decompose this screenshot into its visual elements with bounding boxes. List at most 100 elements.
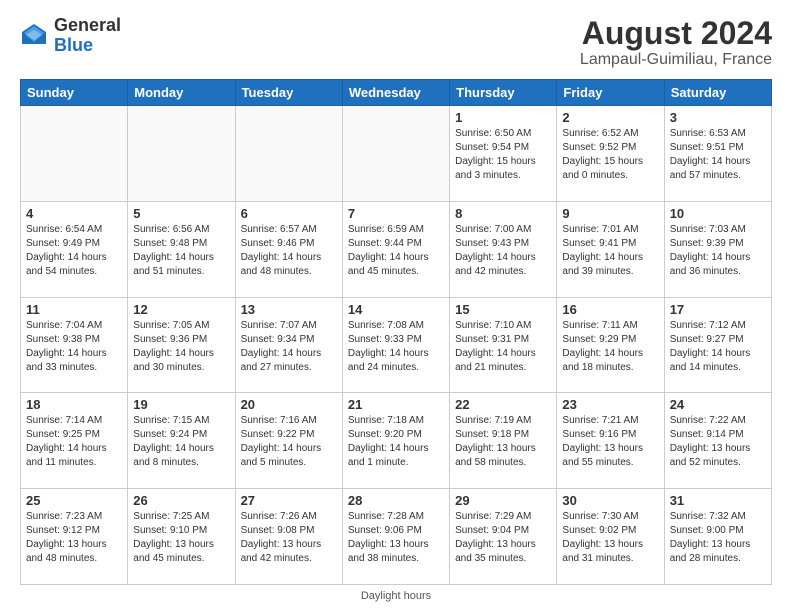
day-number: 25 bbox=[26, 493, 122, 508]
day-number: 31 bbox=[670, 493, 766, 508]
day-number: 5 bbox=[133, 206, 229, 221]
day-number: 21 bbox=[348, 397, 444, 412]
calendar-table: Sunday Monday Tuesday Wednesday Thursday… bbox=[20, 79, 772, 585]
day-number: 13 bbox=[241, 302, 337, 317]
day-info: Sunrise: 7:16 AM Sunset: 9:22 PM Dayligh… bbox=[241, 414, 337, 470]
day-number: 7 bbox=[348, 206, 444, 221]
cell-w5-d5: 29 Sunrise: 7:29 AM Sunset: 9:04 PM Dayli… bbox=[450, 489, 557, 585]
cell-w4-d3: 20 Sunrise: 7:16 AM Sunset: 9:22 PM Dayli… bbox=[235, 393, 342, 489]
day-number: 15 bbox=[455, 302, 551, 317]
day-number: 28 bbox=[348, 493, 444, 508]
cell-w1-d2 bbox=[128, 106, 235, 202]
cell-w2-d3: 6Sunrise: 6:57 AM Sunset: 9:46 PM Daylig… bbox=[235, 201, 342, 297]
day-info: Sunrise: 7:05 AM Sunset: 9:36 PM Dayligh… bbox=[133, 319, 229, 375]
cell-w3-d5: 15 Sunrise: 7:10 AM Sunset: 9:31 PM Dayli… bbox=[450, 297, 557, 393]
cell-w4-d7: 24 Sunrise: 7:22 AM Sunset: 9:14 PM Dayli… bbox=[664, 393, 771, 489]
col-sunday: Sunday bbox=[21, 80, 128, 106]
day-info: Sunrise: 7:26 AM Sunset: 9:08 PM Dayligh… bbox=[241, 510, 337, 566]
logo-icon bbox=[20, 22, 48, 50]
cell-w1-d4 bbox=[342, 106, 449, 202]
day-info: Sunrise: 6:50 AM Sunset: 9:54 PM Dayligh… bbox=[455, 127, 551, 183]
day-number: 17 bbox=[670, 302, 766, 317]
cell-w2-d1: 4Sunrise: 6:54 AM Sunset: 9:49 PM Daylig… bbox=[21, 201, 128, 297]
day-info: Sunrise: 7:01 AM Sunset: 9:41 PM Dayligh… bbox=[562, 223, 658, 279]
day-number: 11 bbox=[26, 302, 122, 317]
cell-w1-d6: 2 Sunrise: 6:52 AM Sunset: 9:52 PM Daylig… bbox=[557, 106, 664, 202]
day-number: 18 bbox=[26, 397, 122, 412]
cell-w2-d2: 5 Sunrise: 6:56 AM Sunset: 9:48 PM Daylig… bbox=[128, 201, 235, 297]
week-row-1: 1Sunrise: 6:50 AM Sunset: 9:54 PM Daylig… bbox=[21, 106, 772, 202]
day-info: Sunrise: 7:30 AM Sunset: 9:02 PM Dayligh… bbox=[562, 510, 658, 566]
day-info: Sunrise: 6:59 AM Sunset: 9:44 PM Dayligh… bbox=[348, 223, 444, 279]
day-info: Sunrise: 7:29 AM Sunset: 9:04 PM Dayligh… bbox=[455, 510, 551, 566]
header-row: Sunday Monday Tuesday Wednesday Thursday… bbox=[21, 80, 772, 106]
day-number: 14 bbox=[348, 302, 444, 317]
day-info: Sunrise: 7:19 AM Sunset: 9:18 PM Dayligh… bbox=[455, 414, 551, 470]
cell-w1-d3 bbox=[235, 106, 342, 202]
day-info: Sunrise: 7:21 AM Sunset: 9:16 PM Dayligh… bbox=[562, 414, 658, 470]
col-friday: Friday bbox=[557, 80, 664, 106]
day-info: Sunrise: 7:08 AM Sunset: 9:33 PM Dayligh… bbox=[348, 319, 444, 375]
day-info: Sunrise: 7:22 AM Sunset: 9:14 PM Dayligh… bbox=[670, 414, 766, 470]
day-number: 24 bbox=[670, 397, 766, 412]
day-number: 3 bbox=[670, 110, 766, 125]
week-row-4: 18 Sunrise: 7:14 AM Sunset: 9:25 PM Dayli… bbox=[21, 393, 772, 489]
cell-w3-d2: 12 Sunrise: 7:05 AM Sunset: 9:36 PM Dayli… bbox=[128, 297, 235, 393]
footer: Daylight hours bbox=[20, 585, 772, 602]
logo: General Blue bbox=[20, 16, 121, 56]
logo-text: General Blue bbox=[54, 16, 121, 56]
day-number: 6 bbox=[241, 206, 337, 221]
day-info: Sunrise: 7:28 AM Sunset: 9:06 PM Dayligh… bbox=[348, 510, 444, 566]
day-info: Sunrise: 7:15 AM Sunset: 9:24 PM Dayligh… bbox=[133, 414, 229, 470]
day-number: 12 bbox=[133, 302, 229, 317]
week-row-3: 11 Sunrise: 7:04 AM Sunset: 9:38 PM Dayli… bbox=[21, 297, 772, 393]
day-info: Sunrise: 7:14 AM Sunset: 9:25 PM Dayligh… bbox=[26, 414, 122, 470]
col-wednesday: Wednesday bbox=[342, 80, 449, 106]
day-number: 19 bbox=[133, 397, 229, 412]
day-number: 10 bbox=[670, 206, 766, 221]
cell-w2-d4: 7 Sunrise: 6:59 AM Sunset: 9:44 PM Daylig… bbox=[342, 201, 449, 297]
cell-w3-d6: 16Sunrise: 7:11 AM Sunset: 9:29 PM Dayli… bbox=[557, 297, 664, 393]
day-number: 26 bbox=[133, 493, 229, 508]
day-info: Sunrise: 7:23 AM Sunset: 9:12 PM Dayligh… bbox=[26, 510, 122, 566]
day-info: Sunrise: 7:25 AM Sunset: 9:10 PM Dayligh… bbox=[133, 510, 229, 566]
cell-w2-d6: 9Sunrise: 7:01 AM Sunset: 9:41 PM Daylig… bbox=[557, 201, 664, 297]
calendar-body: 1Sunrise: 6:50 AM Sunset: 9:54 PM Daylig… bbox=[21, 106, 772, 585]
cell-w4-d1: 18 Sunrise: 7:14 AM Sunset: 9:25 PM Dayli… bbox=[21, 393, 128, 489]
cell-w5-d3: 27Sunrise: 7:26 AM Sunset: 9:08 PM Dayli… bbox=[235, 489, 342, 585]
cell-w5-d7: 31Sunrise: 7:32 AM Sunset: 9:00 PM Dayli… bbox=[664, 489, 771, 585]
col-tuesday: Tuesday bbox=[235, 80, 342, 106]
cell-w4-d2: 19 Sunrise: 7:15 AM Sunset: 9:24 PM Dayli… bbox=[128, 393, 235, 489]
page: General Blue August 2024 Lampaul-Guimili… bbox=[0, 0, 792, 612]
cell-w5-d4: 28 Sunrise: 7:28 AM Sunset: 9:06 PM Dayli… bbox=[342, 489, 449, 585]
day-number: 2 bbox=[562, 110, 658, 125]
cell-w3-d3: 13 Sunrise: 7:07 AM Sunset: 9:34 PM Dayli… bbox=[235, 297, 342, 393]
title-block: August 2024 Lampaul-Guimiliau, France bbox=[580, 16, 772, 69]
header: General Blue August 2024 Lampaul-Guimili… bbox=[20, 16, 772, 69]
day-info: Sunrise: 7:03 AM Sunset: 9:39 PM Dayligh… bbox=[670, 223, 766, 279]
day-info: Sunrise: 7:12 AM Sunset: 9:27 PM Dayligh… bbox=[670, 319, 766, 375]
day-info: Sunrise: 7:10 AM Sunset: 9:31 PM Dayligh… bbox=[455, 319, 551, 375]
day-number: 8 bbox=[455, 206, 551, 221]
cell-w4-d6: 23Sunrise: 7:21 AM Sunset: 9:16 PM Dayli… bbox=[557, 393, 664, 489]
day-info: Sunrise: 6:52 AM Sunset: 9:52 PM Dayligh… bbox=[562, 127, 658, 183]
day-info: Sunrise: 7:04 AM Sunset: 9:38 PM Dayligh… bbox=[26, 319, 122, 375]
day-info: Sunrise: 6:56 AM Sunset: 9:48 PM Dayligh… bbox=[133, 223, 229, 279]
week-row-2: 4Sunrise: 6:54 AM Sunset: 9:49 PM Daylig… bbox=[21, 201, 772, 297]
day-info: Sunrise: 7:00 AM Sunset: 9:43 PM Dayligh… bbox=[455, 223, 551, 279]
cell-w3-d1: 11 Sunrise: 7:04 AM Sunset: 9:38 PM Dayli… bbox=[21, 297, 128, 393]
day-info: Sunrise: 6:53 AM Sunset: 9:51 PM Dayligh… bbox=[670, 127, 766, 183]
day-number: 30 bbox=[562, 493, 658, 508]
cell-w4-d5: 22Sunrise: 7:19 AM Sunset: 9:18 PM Dayli… bbox=[450, 393, 557, 489]
cell-w3-d7: 17 Sunrise: 7:12 AM Sunset: 9:27 PM Dayli… bbox=[664, 297, 771, 393]
day-info: Sunrise: 7:11 AM Sunset: 9:29 PM Dayligh… bbox=[562, 319, 658, 375]
day-number: 29 bbox=[455, 493, 551, 508]
day-info: Sunrise: 6:54 AM Sunset: 9:49 PM Dayligh… bbox=[26, 223, 122, 279]
day-number: 20 bbox=[241, 397, 337, 412]
cell-w5-d2: 26 Sunrise: 7:25 AM Sunset: 9:10 PM Dayli… bbox=[128, 489, 235, 585]
calendar-title: August 2024 bbox=[580, 16, 772, 51]
cell-w4-d4: 21Sunrise: 7:18 AM Sunset: 9:20 PM Dayli… bbox=[342, 393, 449, 489]
cell-w3-d4: 14 Sunrise: 7:08 AM Sunset: 9:33 PM Dayli… bbox=[342, 297, 449, 393]
cell-w1-d1 bbox=[21, 106, 128, 202]
day-info: Sunrise: 7:07 AM Sunset: 9:34 PM Dayligh… bbox=[241, 319, 337, 375]
